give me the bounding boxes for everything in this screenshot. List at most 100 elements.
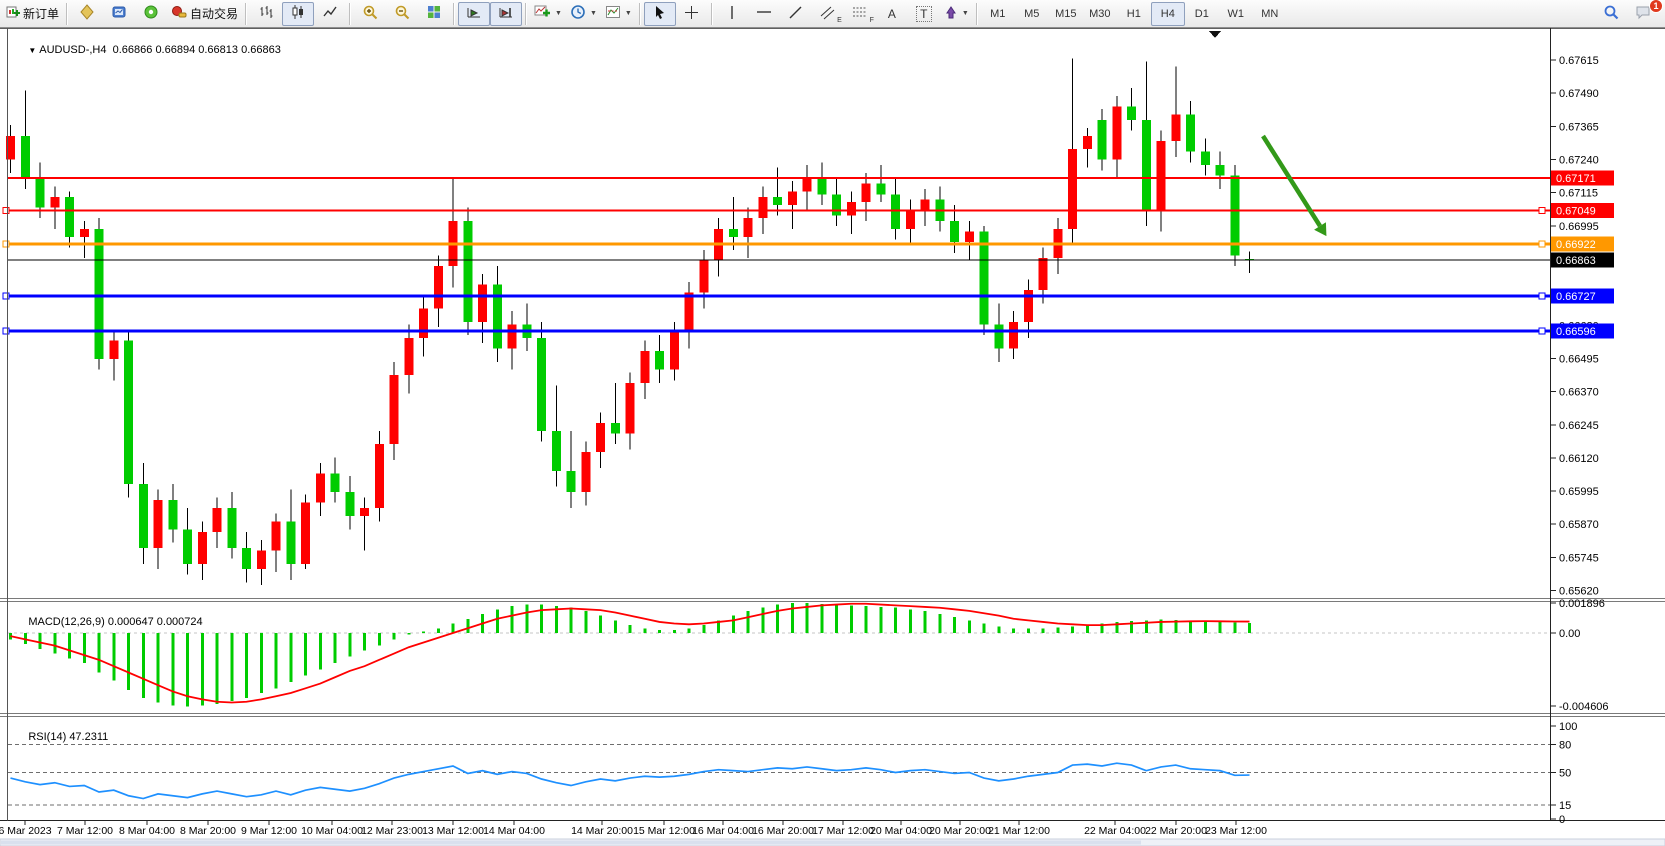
- auto-trading-icon: [171, 4, 187, 23]
- chart-shift-button[interactable]: [490, 2, 522, 26]
- search-button[interactable]: [1595, 2, 1627, 26]
- svg-text:16 Mar 04:00: 16 Mar 04:00: [692, 825, 754, 837]
- chart-symbol-header[interactable]: ▼AUDUSD-,H4 0.66866 0.66894 0.66813 0.66…: [10, 32, 281, 68]
- svg-text:0.67365: 0.67365: [1559, 121, 1599, 133]
- separator: [245, 3, 247, 25]
- mt4-window: 新订单 自动交易: [0, 0, 1665, 846]
- crosshair-button[interactable]: [676, 2, 708, 26]
- svg-text:20 Mar 20:00: 20 Mar 20:00: [929, 825, 991, 837]
- svg-text:0.66727: 0.66727: [1556, 291, 1596, 303]
- trendline-tool-button[interactable]: [780, 2, 812, 26]
- svg-text:0.66922: 0.66922: [1556, 239, 1596, 251]
- zoom-out-button[interactable]: [386, 2, 418, 26]
- bar-chart-type-button[interactable]: [250, 2, 282, 26]
- separator: [349, 3, 351, 25]
- timeframe-label: W1: [1228, 8, 1245, 20]
- indicators-icon: [534, 4, 551, 23]
- chevron-down-icon: ▼: [555, 10, 562, 17]
- trendline-icon: [788, 5, 803, 23]
- price-chart-svg[interactable]: 0.676150.674900.673650.672400.671150.669…: [0, 28, 1665, 846]
- line-chart-icon: [322, 4, 338, 23]
- profile-button[interactable]: [71, 2, 103, 26]
- vertical-line-icon: [726, 5, 738, 23]
- timeframe-m1-button[interactable]: M1: [981, 2, 1015, 26]
- tile-windows-button[interactable]: [418, 2, 450, 26]
- fibonacci-tool-button[interactable]: F: [844, 2, 876, 26]
- svg-text:0.66596: 0.66596: [1556, 326, 1596, 338]
- equidistant-channel-tool-button[interactable]: E: [812, 2, 844, 26]
- auto-scroll-button[interactable]: [458, 2, 490, 26]
- svg-text:20 Mar 04:00: 20 Mar 04:00: [870, 825, 932, 837]
- bar-chart-icon: [258, 4, 274, 23]
- timeframe-m5-button[interactable]: M5: [1015, 2, 1049, 26]
- market-watch-icon: [111, 4, 127, 23]
- svg-text:100: 100: [1559, 721, 1577, 733]
- search-icon: [1603, 4, 1620, 24]
- notifications-button[interactable]: 1: [1627, 2, 1659, 26]
- timeframe-label: H1: [1127, 8, 1141, 20]
- svg-text:0.67049: 0.67049: [1556, 205, 1596, 217]
- rsi-pane-header: RSI(14) 47.2311: [10, 719, 108, 755]
- chevron-down-icon: ▼: [625, 10, 632, 17]
- svg-text:80: 80: [1559, 740, 1571, 752]
- svg-text:0.67171: 0.67171: [1556, 173, 1596, 185]
- timeframe-label: M5: [1024, 8, 1039, 20]
- cursor-button[interactable]: [644, 2, 676, 26]
- svg-text:50: 50: [1559, 768, 1571, 780]
- indicators-button[interactable]: ▼: [530, 2, 566, 26]
- timeframe-h1-button[interactable]: H1: [1117, 2, 1151, 26]
- zoom-in-button[interactable]: [354, 2, 386, 26]
- svg-text:0.65870: 0.65870: [1559, 519, 1599, 531]
- chart-shift-icon: [498, 4, 514, 23]
- chevron-down-icon: ▼: [590, 10, 597, 17]
- signal-button[interactable]: [135, 2, 167, 26]
- svg-text:-0.004606: -0.004606: [1559, 701, 1609, 713]
- vertical-line-tool-button[interactable]: [716, 2, 748, 26]
- macd-values: 0.000647 0.000724: [108, 616, 203, 628]
- separator: [525, 3, 527, 25]
- timeframe-m15-button[interactable]: M15: [1049, 2, 1083, 26]
- line-chart-type-button[interactable]: [314, 2, 346, 26]
- candlestick-chart-icon: [290, 4, 306, 23]
- timeframe-d1-button[interactable]: D1: [1185, 2, 1219, 26]
- svg-text:0.66120: 0.66120: [1559, 453, 1599, 465]
- timeframe-h4-button[interactable]: H4: [1151, 2, 1185, 26]
- timeframe-mn-button[interactable]: MN: [1253, 2, 1287, 26]
- chart-window[interactable]: 0.676150.674900.673650.672400.671150.669…: [0, 28, 1665, 846]
- svg-text:0.66995: 0.66995: [1559, 221, 1599, 233]
- timeframe-label: M30: [1089, 8, 1110, 20]
- timeframe-label: D1: [1195, 8, 1209, 20]
- auto-trading-button[interactable]: 自动交易: [167, 2, 242, 26]
- market-watch-button[interactable]: [103, 2, 135, 26]
- arrows-icon: [944, 5, 958, 23]
- svg-text:10 Mar 04:00: 10 Mar 04:00: [301, 825, 363, 837]
- tile-windows-icon: [426, 4, 442, 23]
- timeframe-m30-button[interactable]: M30: [1083, 2, 1117, 26]
- timeframe-label: M1: [990, 8, 1005, 20]
- text-label-tool-button[interactable]: T: [908, 2, 940, 26]
- svg-text:7 Mar 12:00: 7 Mar 12:00: [57, 825, 113, 837]
- separator: [976, 3, 978, 25]
- svg-text:6 Mar 2023: 6 Mar 2023: [0, 825, 52, 837]
- periods-button[interactable]: ▼: [566, 2, 601, 26]
- fibonacci-icon: [852, 5, 867, 23]
- svg-text:0.67490: 0.67490: [1559, 88, 1599, 100]
- timeframe-w1-button[interactable]: W1: [1219, 2, 1253, 26]
- svg-text:0.66863: 0.66863: [1556, 255, 1596, 267]
- svg-text:0.66245: 0.66245: [1559, 420, 1599, 432]
- templates-button[interactable]: ▼: [601, 2, 636, 26]
- text-tool-button[interactable]: A: [876, 2, 908, 26]
- crosshair-icon: [684, 5, 699, 23]
- symbol-period-label: AUDUSD-,H4: [39, 44, 106, 56]
- svg-text:0.00: 0.00: [1559, 628, 1580, 640]
- svg-text:13 Mar 12:00: 13 Mar 12:00: [422, 825, 484, 837]
- timeframe-label: H4: [1161, 8, 1175, 20]
- collapse-triangle-icon[interactable]: ▼: [28, 46, 36, 55]
- svg-text:8 Mar 20:00: 8 Mar 20:00: [180, 825, 236, 837]
- arrows-tool-button[interactable]: ▼: [940, 2, 973, 26]
- candlestick-chart-type-button[interactable]: [282, 2, 314, 26]
- horizontal-line-tool-button[interactable]: [748, 2, 780, 26]
- timeframe-label: M15: [1055, 8, 1076, 20]
- separator: [453, 3, 455, 25]
- new-order-button[interactable]: 新订单: [2, 2, 63, 26]
